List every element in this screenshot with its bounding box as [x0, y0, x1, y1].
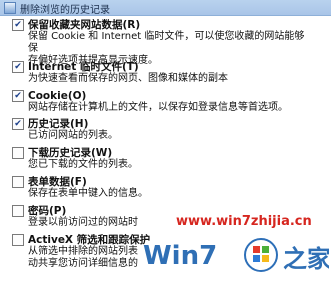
- keep-favorites-checkbox[interactable]: ✔: [12, 18, 24, 31]
- option-cookies[interactable]: ✔ Cookie(O) 网站存储在计算机上的文件，以保存如登录信息等首选项。: [12, 89, 312, 114]
- activex-checkbox[interactable]: [12, 233, 24, 246]
- option-desc: 保存在表单中键入的信息。: [28, 188, 148, 199]
- option-history[interactable]: ✔ 历史记录(H) 已访问网站的列表。: [12, 117, 312, 142]
- option-desc: 您已下载的文件的列表。: [28, 159, 138, 170]
- option-desc: 已访问网站的列表。: [28, 130, 118, 141]
- title-bar: 删除浏览的历史记录: [0, 0, 331, 16]
- option-temp-files[interactable]: ✔ Internet 临时文件(T) 为快速查看而保存的网页、图像和媒体的副本: [12, 60, 312, 85]
- option-form-data[interactable]: 表单数据(F) 保存在表单中键入的信息。: [12, 175, 312, 200]
- form-data-checkbox[interactable]: [12, 175, 24, 188]
- option-desc: 保留 Cookie 和 Internet 临时文件，可以使您收藏的网站能够保: [28, 31, 305, 54]
- download-history-checkbox[interactable]: [12, 146, 24, 159]
- passwords-checkbox[interactable]: [12, 204, 24, 217]
- option-desc: 为快速查看而保存的网页、图像和媒体的副本: [28, 73, 228, 84]
- option-desc: 网站存储在计算机上的文件，以保存如登录信息等首选项。: [28, 102, 288, 113]
- temp-files-checkbox[interactable]: ✔: [12, 60, 24, 73]
- option-label: 表单数据(F): [28, 176, 87, 188]
- window-title: 删除浏览的历史记录: [20, 5, 110, 16]
- watermark-logo: Win7 之家: [142, 238, 329, 274]
- option-label: 历史记录(H): [28, 118, 89, 130]
- watermark-logo-char: 之家: [283, 245, 329, 273]
- watermark-logo-text: Win7: [143, 241, 217, 271]
- history-checkbox[interactable]: ✔: [12, 117, 24, 130]
- option-download-history[interactable]: 下载历史记录(W) 您已下载的文件的列表。: [12, 146, 312, 171]
- option-label: 密码(P): [28, 205, 67, 217]
- windows-orb-icon: [244, 238, 278, 272]
- option-label: Cookie(O): [28, 89, 87, 102]
- window-icon: [4, 2, 16, 14]
- option-label: Internet 临时文件(T): [28, 61, 139, 73]
- option-label: 下载历史记录(W): [28, 147, 113, 159]
- option-label: ActiveX 筛选和跟踪保护: [28, 234, 151, 246]
- option-label: 保留收藏夹网站数据(R): [28, 19, 141, 31]
- cookies-checkbox[interactable]: ✔: [12, 89, 24, 102]
